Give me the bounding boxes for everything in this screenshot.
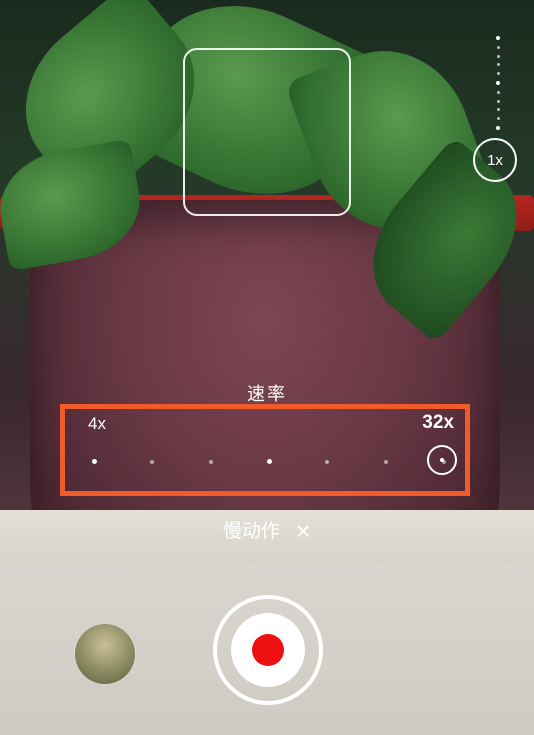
rate-highlight-box [60, 404, 470, 496]
focus-indicator[interactable] [183, 48, 351, 216]
rate-title: 速率 [0, 380, 534, 406]
zoom-tick [496, 126, 500, 130]
zoom-tick [496, 81, 500, 85]
gallery-thumbnail-button[interactable] [75, 624, 135, 684]
zoom-tick [496, 36, 500, 40]
camera-viewport: 1x 速率 4x 32x 慢动作 ✕ [0, 0, 534, 735]
zoom-level-label: 1x [487, 152, 503, 169]
record-button[interactable] [213, 595, 323, 705]
rate-tick [267, 459, 272, 464]
rate-slider[interactable] [92, 456, 442, 468]
rate-min-label: 4x [88, 414, 106, 434]
close-mode-button[interactable]: ✕ [295, 521, 311, 544]
rate-tick [150, 460, 154, 464]
zoom-tick [497, 72, 500, 75]
zoom-level-button[interactable]: 1x [473, 138, 517, 182]
zoom-tick [497, 91, 500, 94]
record-icon [252, 634, 284, 666]
record-button-inner [231, 613, 305, 687]
zoom-slider[interactable] [497, 36, 499, 130]
zoom-tick [497, 46, 500, 49]
zoom-tick [497, 55, 500, 58]
zoom-tick [497, 117, 500, 120]
mode-label: 慢动作 [223, 521, 280, 542]
rate-max-label: 32x [422, 412, 454, 434]
rate-slider-handle[interactable] [427, 445, 457, 475]
zoom-tick [497, 100, 500, 103]
mode-row: 慢动作 ✕ [0, 516, 534, 543]
rate-tick [325, 460, 329, 464]
rate-tick [384, 460, 388, 464]
rate-tick [92, 459, 97, 464]
rate-tick [209, 460, 213, 464]
